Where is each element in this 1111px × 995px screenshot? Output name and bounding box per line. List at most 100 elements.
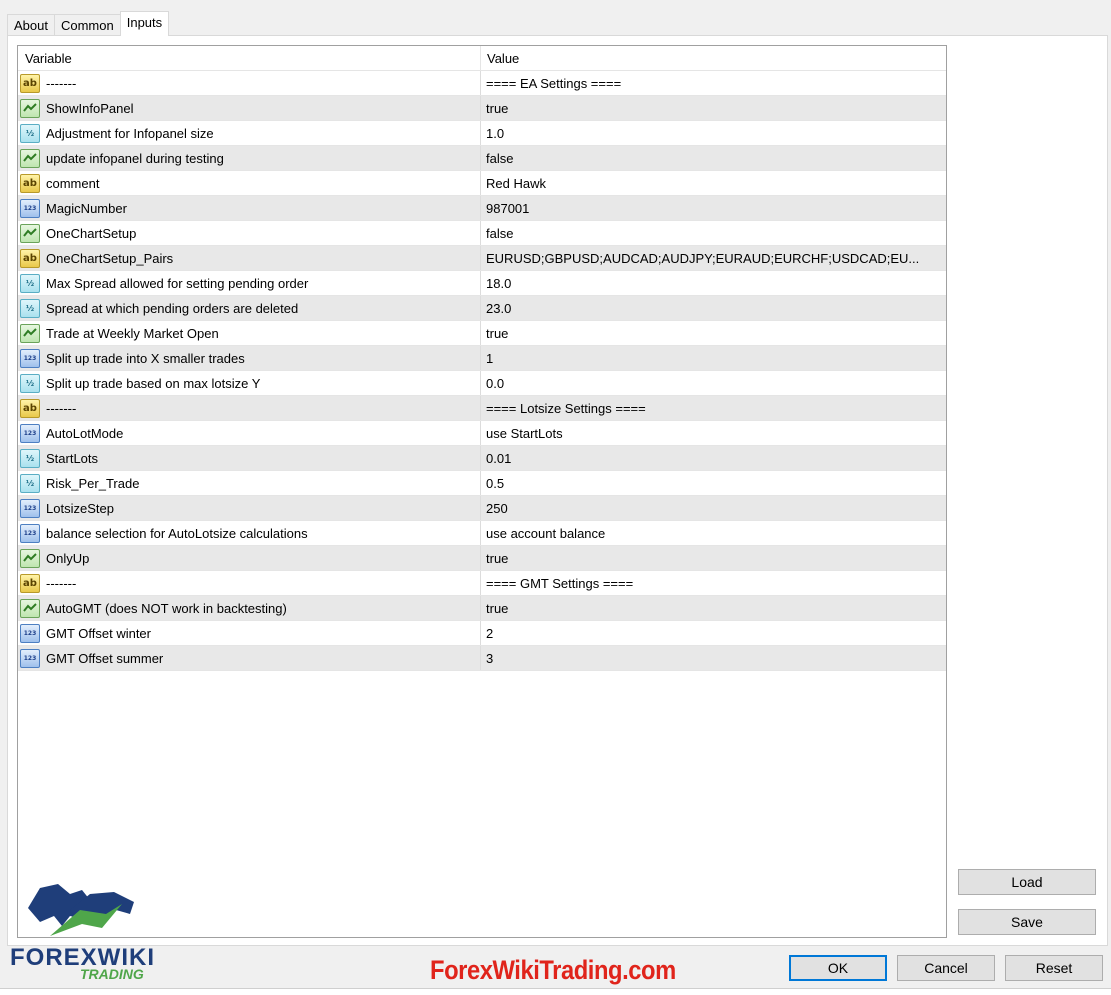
double-icon: ½ [20, 298, 40, 318]
value-cell[interactable]: false [481, 221, 946, 245]
save-button[interactable]: Save [958, 909, 1096, 935]
load-button[interactable]: Load [958, 869, 1096, 895]
string-icon: ab [20, 573, 40, 593]
variable-label: Trade at Weekly Market Open [46, 325, 219, 341]
table-row[interactable]: 123 MagicNumber 987001 [18, 196, 946, 221]
variable-cell: Trade at Weekly Market Open [18, 321, 481, 345]
logo-subtitle: TRADING [80, 966, 144, 982]
value-cell[interactable]: 0.0 [481, 371, 946, 395]
variable-label: Spread at which pending orders are delet… [46, 300, 299, 316]
int-icon: 123 [20, 198, 40, 218]
value-cell[interactable]: ==== Lotsize Settings ==== [481, 396, 946, 420]
value-cell[interactable]: 0.01 [481, 446, 946, 470]
string-icon: ab [20, 173, 40, 193]
variable-label: ------- [46, 400, 77, 416]
variable-cell: ½ Adjustment for Infopanel size [18, 121, 481, 145]
variable-label: Adjustment for Infopanel size [46, 125, 214, 141]
variable-label: update infopanel during testing [46, 150, 224, 166]
table-row[interactable]: 123 LotsizeStep 250 [18, 496, 946, 521]
table-row[interactable]: ShowInfoPanel true [18, 96, 946, 121]
table-row[interactable]: ab OneChartSetup_Pairs EURUSD;GBPUSD;AUDCA… [18, 246, 946, 271]
table-row[interactable]: 123 GMT Offset winter 2 [18, 621, 946, 646]
int-icon: 123 [20, 348, 40, 368]
table-row[interactable]: ab comment Red Hawk [18, 171, 946, 196]
variable-label: AutoLotMode [46, 425, 124, 441]
value-cell[interactable]: use StartLots [481, 421, 946, 445]
value-cell[interactable]: true [481, 596, 946, 620]
value-cell[interactable]: 1 [481, 346, 946, 370]
double-icon: ½ [20, 448, 40, 468]
table-row[interactable]: ab ------- ==== EA Settings ==== [18, 71, 946, 96]
variable-cell: 123 balance selection for AutoLotsize cal… [18, 521, 481, 545]
value-cell[interactable]: 23.0 [481, 296, 946, 320]
value-cell[interactable]: use account balance [481, 521, 946, 545]
table-row[interactable]: OnlyUp true [18, 546, 946, 571]
variable-cell: ½ StartLots [18, 446, 481, 470]
bool-icon [20, 223, 40, 243]
variable-label: balance selection for AutoLotsize calcul… [46, 525, 308, 541]
value-cell[interactable]: 3 [481, 646, 946, 670]
column-header-variable[interactable]: Variable [18, 46, 481, 70]
grid-header: Variable Value [18, 46, 946, 71]
table-row[interactable]: ab ------- ==== GMT Settings ==== [18, 571, 946, 596]
variable-cell: ab ------- [18, 571, 481, 595]
double-icon: ½ [20, 123, 40, 143]
variable-label: GMT Offset winter [46, 625, 151, 641]
value-cell[interactable]: true [481, 546, 946, 570]
variable-cell: 123 MagicNumber [18, 196, 481, 220]
variable-cell: AutoGMT (does NOT work in backtesting) [18, 596, 481, 620]
variable-label: OnlyUp [46, 550, 90, 566]
variable-label: StartLots [46, 450, 99, 466]
value-cell[interactable]: 1.0 [481, 121, 946, 145]
column-header-value[interactable]: Value [481, 46, 946, 70]
table-row[interactable]: AutoGMT (does NOT work in backtesting) tr… [18, 596, 946, 621]
value-cell[interactable]: true [481, 321, 946, 345]
variable-label: GMT Offset summer [46, 650, 164, 666]
table-row[interactable]: ½ Risk_Per_Trade 0.5 [18, 471, 946, 496]
tab-inputs[interactable]: Inputs [119, 11, 170, 36]
string-icon: ab [20, 248, 40, 268]
table-row[interactable]: ab ------- ==== Lotsize Settings ==== [18, 396, 946, 421]
value-cell[interactable]: EURUSD;GBPUSD;AUDCAD;AUDJPY;EURAUD;EURCH… [481, 246, 946, 270]
tab-about[interactable]: About [7, 14, 55, 36]
value-cell[interactable]: Red Hawk [481, 171, 946, 195]
value-cell[interactable]: true [481, 96, 946, 120]
bool-icon [20, 548, 40, 568]
table-row[interactable]: 123 balance selection for AutoLotsize cal… [18, 521, 946, 546]
string-icon: ab [20, 398, 40, 418]
int-icon: 123 [20, 648, 40, 668]
int-icon: 123 [20, 423, 40, 443]
ok-button[interactable]: OK [789, 955, 887, 981]
variable-label: comment [46, 175, 100, 191]
value-cell[interactable]: 2 [481, 621, 946, 645]
value-cell[interactable]: 987001 [481, 196, 946, 220]
table-row[interactable]: ½ StartLots 0.01 [18, 446, 946, 471]
tab-common[interactable]: Common [53, 14, 121, 36]
value-cell[interactable]: 0.5 [481, 471, 946, 495]
bool-icon [20, 598, 40, 618]
variable-cell: ab comment [18, 171, 481, 195]
bool-icon [20, 98, 40, 118]
reset-button[interactable]: Reset [1005, 955, 1103, 981]
table-row[interactable]: 123 Split up trade into X smaller trades 1 [18, 346, 946, 371]
value-cell[interactable]: 18.0 [481, 271, 946, 295]
table-row[interactable]: ½ Split up trade based on max lotsize Y 0.… [18, 371, 946, 396]
variable-cell: 123 LotsizeStep [18, 496, 481, 520]
table-row[interactable]: ½ Spread at which pending orders are dele… [18, 296, 946, 321]
table-row[interactable]: 123 AutoLotMode use StartLots [18, 421, 946, 446]
value-cell[interactable]: false [481, 146, 946, 170]
value-cell[interactable]: 250 [481, 496, 946, 520]
table-row[interactable]: 123 GMT Offset summer 3 [18, 646, 946, 671]
variable-cell: 123 AutoLotMode [18, 421, 481, 445]
cancel-button[interactable]: Cancel [897, 955, 995, 981]
table-row[interactable]: ½ Adjustment for Infopanel size 1.0 [18, 121, 946, 146]
table-row[interactable]: update infopanel during testing false [18, 146, 946, 171]
table-row[interactable]: Trade at Weekly Market Open true [18, 321, 946, 346]
table-row[interactable]: ½ Max Spread allowed for setting pending … [18, 271, 946, 296]
double-icon: ½ [20, 273, 40, 293]
value-cell[interactable]: ==== EA Settings ==== [481, 71, 946, 95]
table-row[interactable]: OneChartSetup false [18, 221, 946, 246]
variable-label: LotsizeStep [46, 500, 114, 516]
value-cell[interactable]: ==== GMT Settings ==== [481, 571, 946, 595]
variable-label: AutoGMT (does NOT work in backtesting) [46, 600, 287, 616]
